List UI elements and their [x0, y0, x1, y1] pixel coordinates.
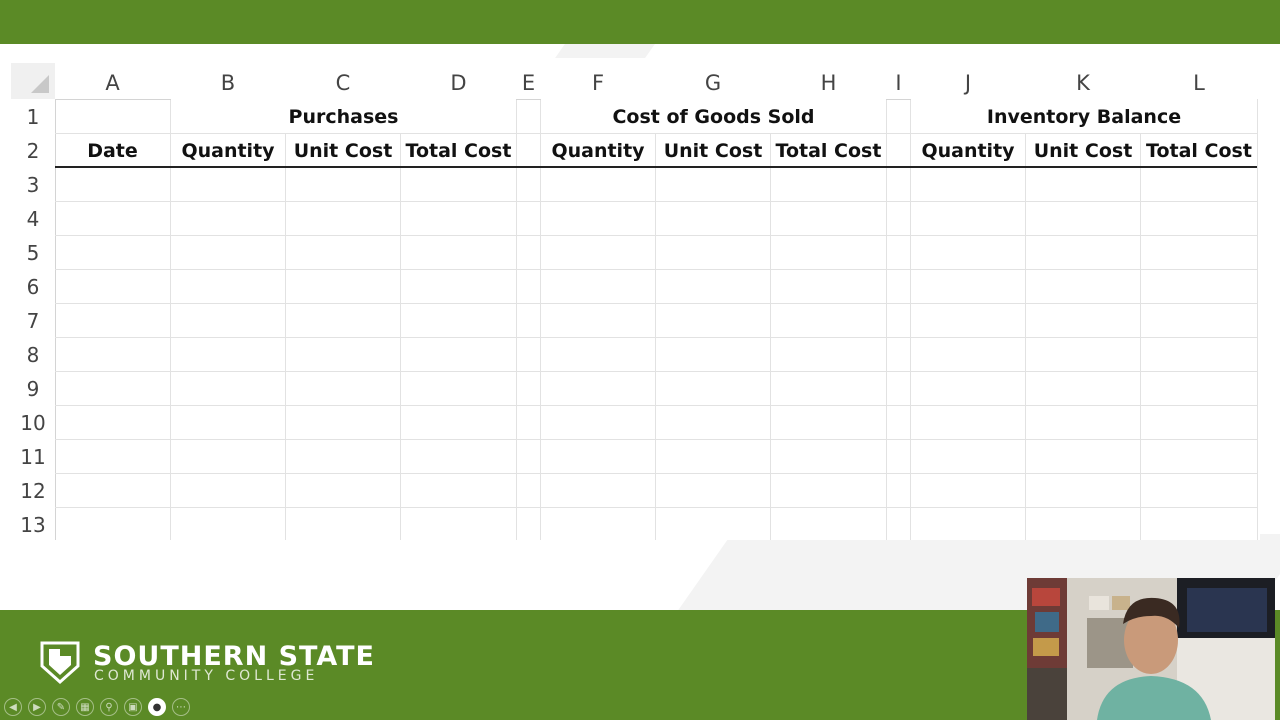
gridline	[55, 269, 1257, 270]
spreadsheet: A B C D E F G H I J K L 1 2 3 4 5 6 7 8 …	[11, 63, 1260, 540]
row-header-9[interactable]: 9	[11, 371, 55, 405]
gridline	[55, 201, 1257, 202]
column-header-i[interactable]: I	[887, 63, 910, 99]
slideshow-controls: ◀ ▶ ✎ ▦ ⚲ ▣ ● ⋯	[4, 698, 190, 716]
gridline	[55, 507, 1257, 508]
gridline	[55, 473, 1257, 474]
gridline	[55, 303, 1257, 304]
next-icon[interactable]: ▶	[28, 698, 46, 716]
purchases-total-cost-header[interactable]: Total Cost	[401, 133, 516, 167]
row-header-7[interactable]: 7	[11, 303, 55, 337]
inventory-total-cost-header[interactable]: Total Cost	[1141, 133, 1257, 167]
subtitles-icon[interactable]: ▣	[124, 698, 142, 716]
column-header-a[interactable]: A	[55, 63, 170, 99]
column-header-c[interactable]: C	[286, 63, 400, 99]
top-banner	[0, 0, 1280, 44]
pen-icon[interactable]: ✎	[52, 698, 70, 716]
row-header-13[interactable]: 13	[11, 507, 55, 540]
purchases-unit-cost-header[interactable]: Unit Cost	[286, 133, 400, 167]
column-header-e[interactable]: E	[517, 63, 540, 99]
purchases-quantity-header[interactable]: Quantity	[171, 133, 285, 167]
row-header-1[interactable]: 1	[11, 99, 55, 133]
header-bottom-border	[55, 166, 1257, 168]
column-header-h[interactable]: H	[771, 63, 886, 99]
column-header-b[interactable]: B	[171, 63, 285, 99]
row-header-3[interactable]: 3	[11, 167, 55, 201]
gridline	[55, 337, 1257, 338]
row-header-8[interactable]: 8	[11, 337, 55, 371]
gridline	[55, 235, 1257, 236]
column-header-f[interactable]: F	[541, 63, 655, 99]
cogs-quantity-header[interactable]: Quantity	[541, 133, 655, 167]
column-header-l[interactable]: L	[1141, 63, 1257, 99]
shield-logo-icon	[38, 640, 82, 685]
column-header-g[interactable]: G	[656, 63, 770, 99]
gridline	[55, 405, 1257, 406]
row-header-4[interactable]: 4	[11, 201, 55, 235]
purchases-heading[interactable]: Purchases	[171, 99, 516, 133]
inventory-balance-heading[interactable]: Inventory Balance	[911, 99, 1257, 133]
row-header-12[interactable]: 12	[11, 473, 55, 507]
column-header-d[interactable]: D	[401, 63, 516, 99]
slides-icon[interactable]: ▦	[76, 698, 94, 716]
row-header-6[interactable]: 6	[11, 269, 55, 303]
select-all-corner[interactable]	[11, 63, 55, 99]
more-icon[interactable]: ⋯	[172, 698, 190, 716]
bg-chevron	[555, 44, 655, 58]
row-header-2[interactable]: 2	[11, 133, 55, 167]
cogs-heading[interactable]: Cost of Goods Sold	[541, 99, 886, 133]
date-header[interactable]: Date	[55, 133, 170, 167]
gridline	[1257, 99, 1258, 540]
row-header-5[interactable]: 5	[11, 235, 55, 269]
college-subtitle: COMMUNITY COLLEGE	[94, 668, 319, 684]
previous-icon[interactable]: ◀	[4, 698, 22, 716]
zoom-icon[interactable]: ⚲	[100, 698, 118, 716]
cogs-total-cost-header[interactable]: Total Cost	[771, 133, 886, 167]
inventory-quantity-header[interactable]: Quantity	[911, 133, 1025, 167]
column-header-j[interactable]: J	[911, 63, 1025, 99]
cogs-unit-cost-header[interactable]: Unit Cost	[656, 133, 770, 167]
row-header-10[interactable]: 10	[11, 405, 55, 439]
camera-icon[interactable]: ●	[148, 698, 166, 716]
inventory-unit-cost-header[interactable]: Unit Cost	[1026, 133, 1140, 167]
row-header-11[interactable]: 11	[11, 439, 55, 473]
column-header-k[interactable]: K	[1026, 63, 1140, 99]
gridline	[55, 371, 1257, 372]
webcam-feed	[1027, 578, 1275, 720]
gridline	[55, 439, 1257, 440]
